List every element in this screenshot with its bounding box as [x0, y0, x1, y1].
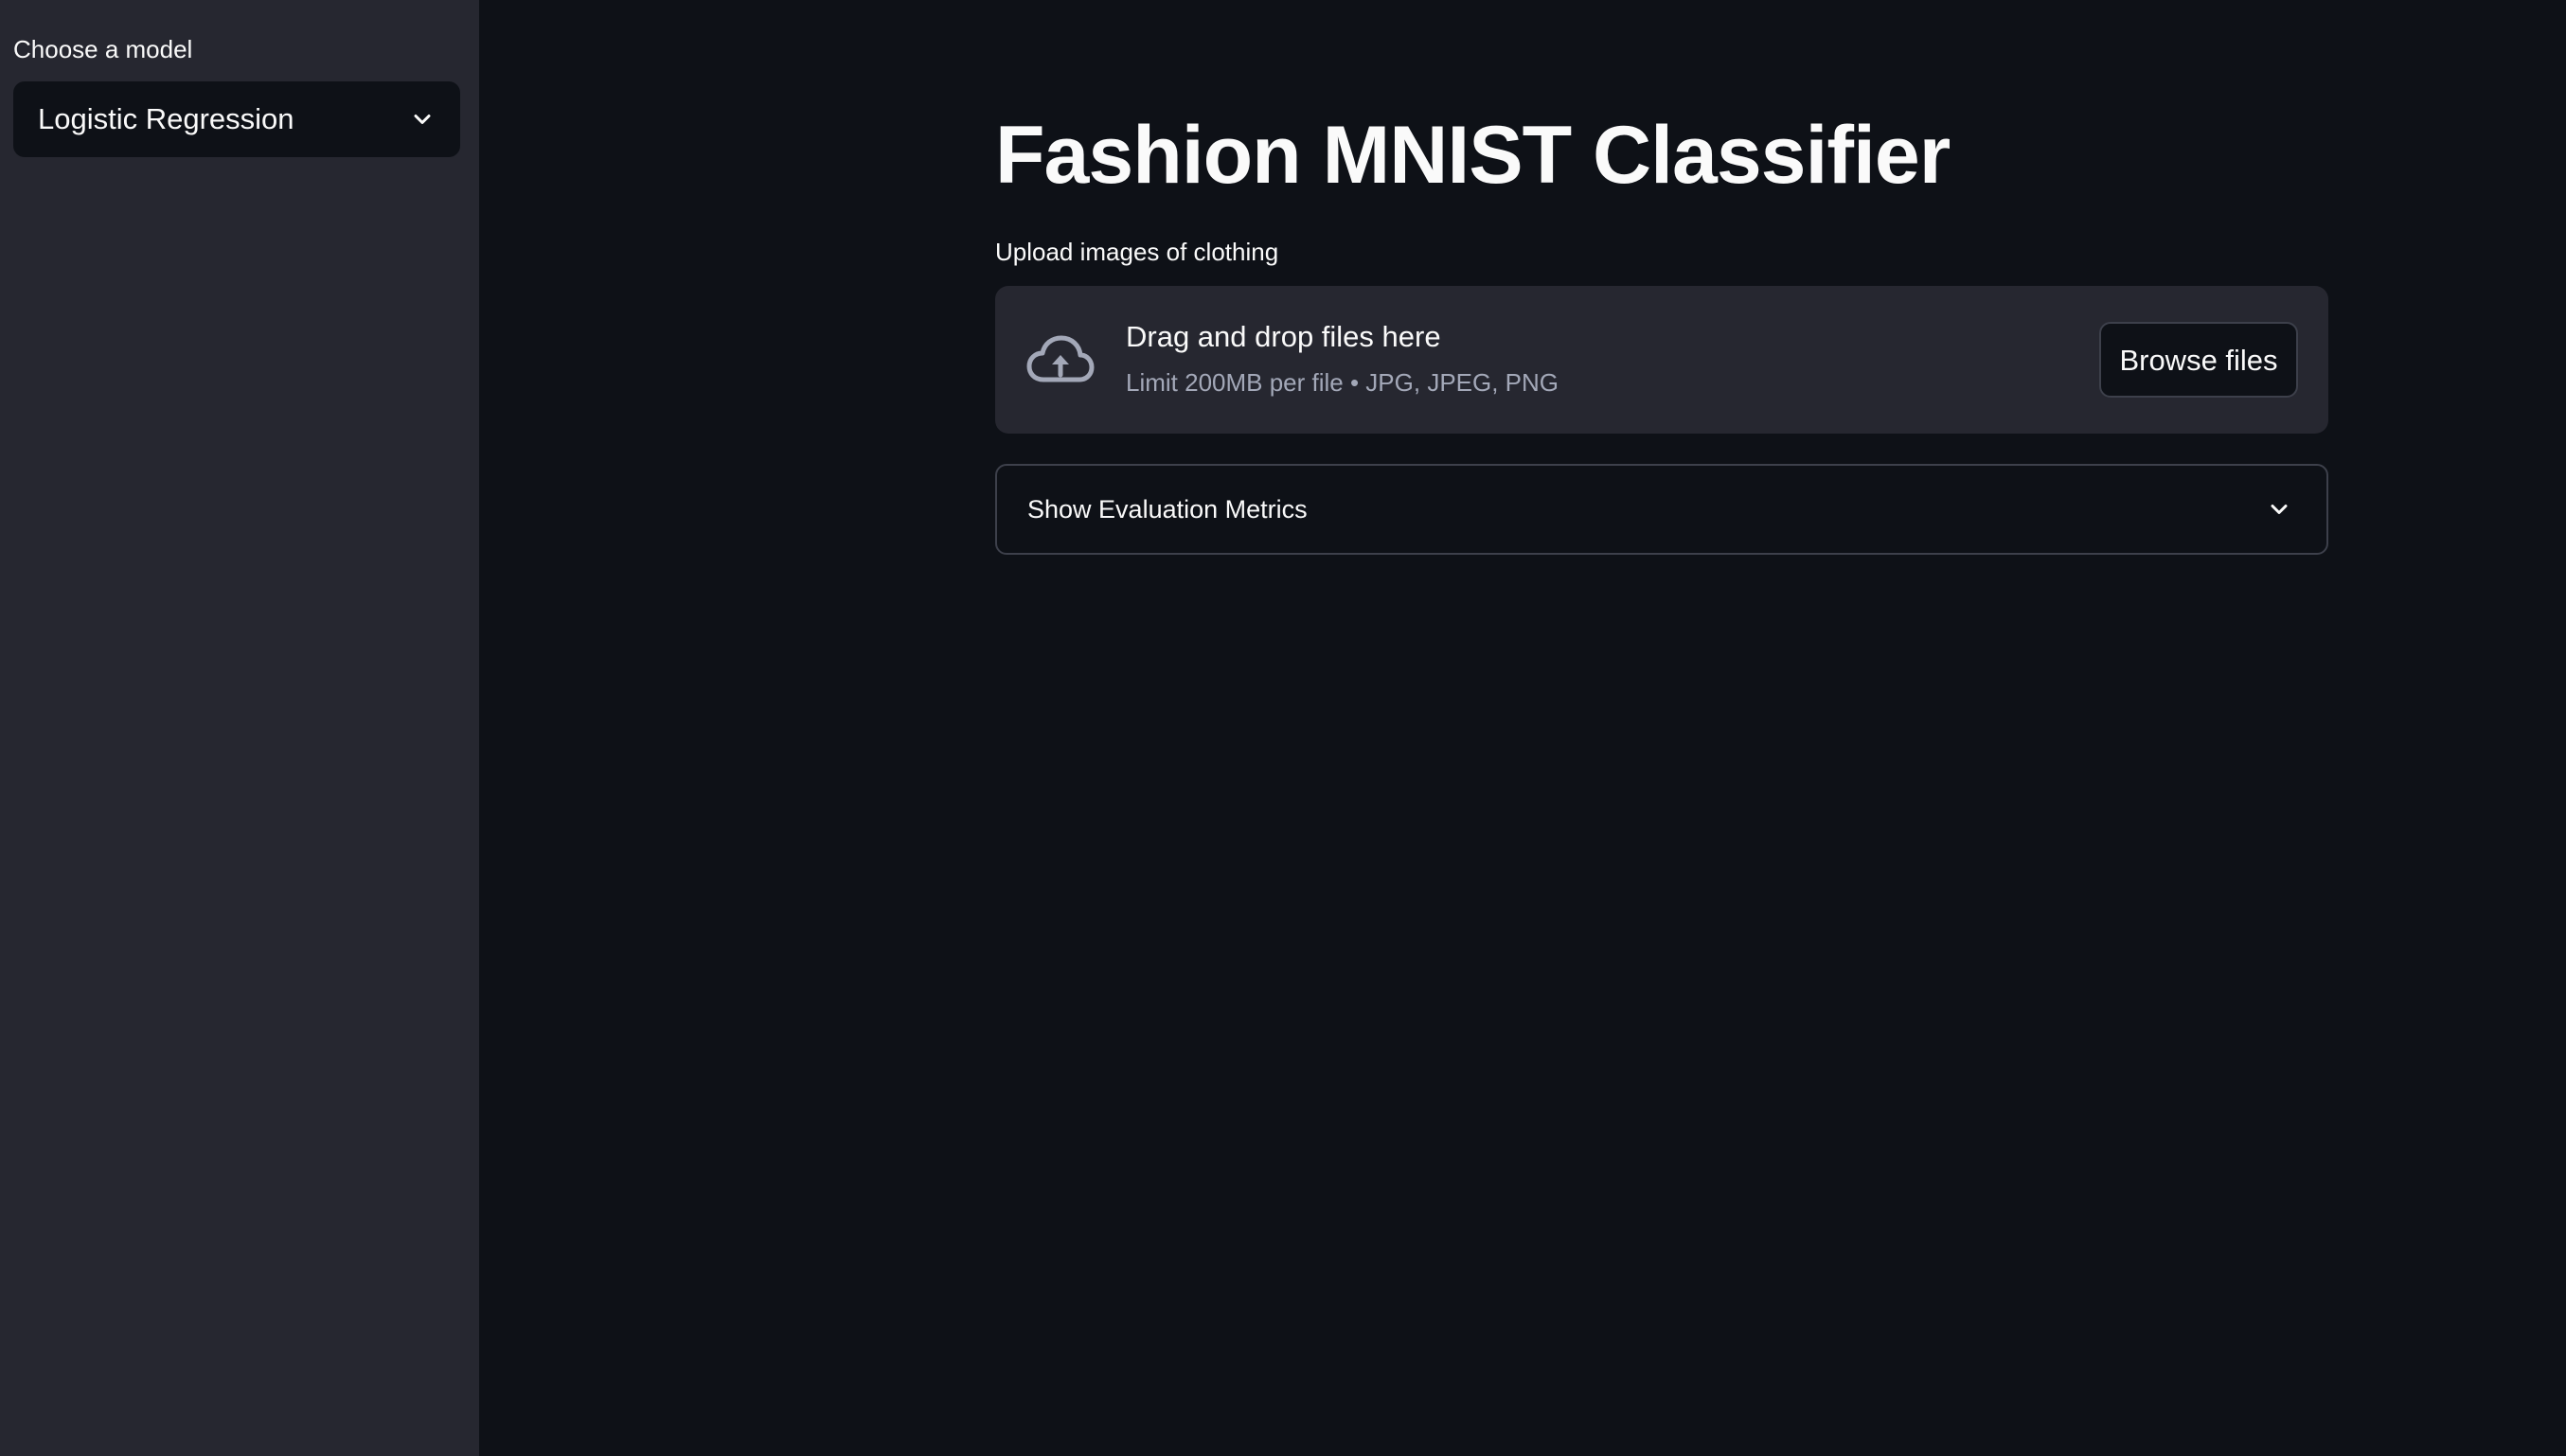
app-root: Choose a model Logistic Regression Fashi…	[0, 0, 2566, 1456]
model-select[interactable]: Logistic Regression	[13, 81, 460, 157]
chevron-down-icon	[2271, 505, 2288, 514]
file-dropzone[interactable]: Drag and drop files here Limit 200MB per…	[995, 286, 2328, 434]
dropzone-file-limit: Limit 200MB per file • JPG, JPEG, PNG	[1126, 368, 1559, 397]
dropzone-instructions: Drag and drop files here	[1126, 320, 1441, 353]
model-select-value: Logistic Regression	[38, 102, 294, 135]
uploader-label: Upload images of clothing	[995, 238, 1279, 266]
model-select-label: Choose a model	[13, 35, 193, 63]
browse-files-button[interactable]: Browse files	[2099, 322, 2298, 398]
expander-label: Show Evaluation Metrics	[1027, 495, 1308, 524]
evaluation-metrics-expander[interactable]: Show Evaluation Metrics	[995, 464, 2328, 555]
chevron-down-icon	[414, 115, 431, 124]
cloud-upload-icon	[1026, 335, 1095, 382]
page-title: Fashion MNIST Classifier	[995, 110, 1951, 201]
sidebar: Choose a model Logistic Regression	[0, 0, 479, 1456]
